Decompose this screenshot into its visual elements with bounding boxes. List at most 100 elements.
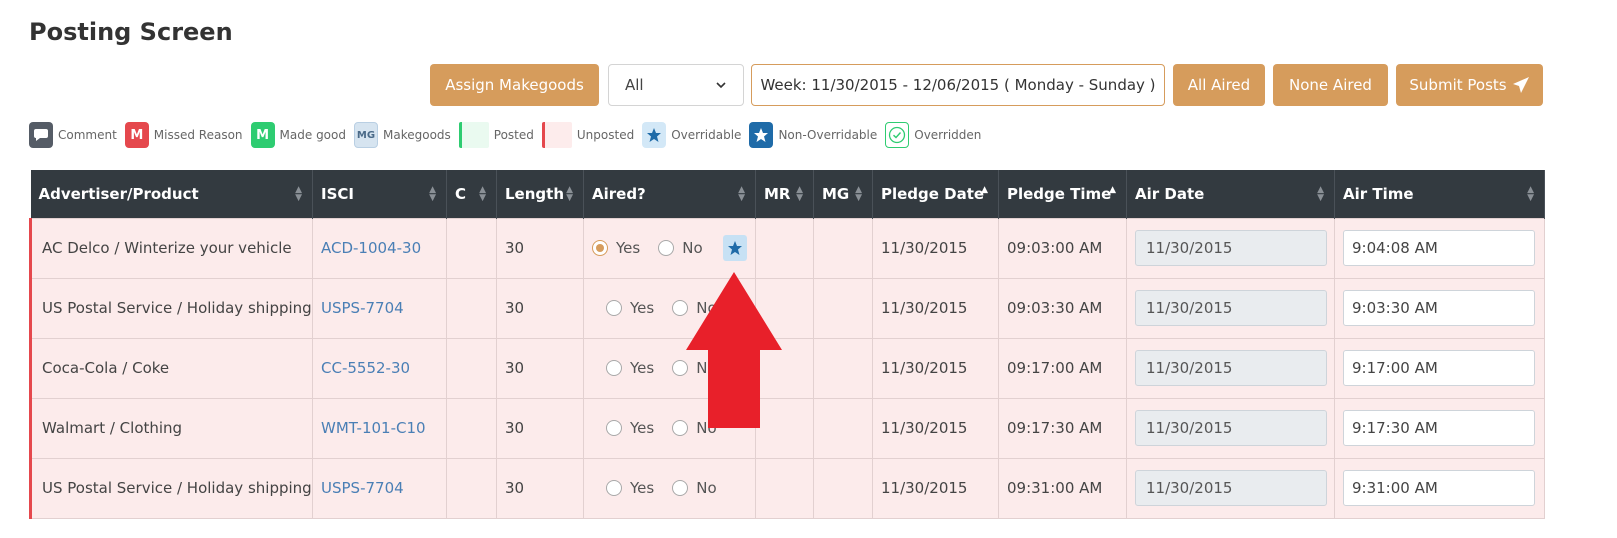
air-date-field: 11/30/2015 <box>1135 470 1327 506</box>
column-header-mr[interactable]: MR ▲ ▼ <box>755 170 814 218</box>
legend-made-good-label: Made good <box>279 128 346 142</box>
all-aired-button[interactable]: All Aired <box>1173 64 1265 106</box>
unposted-swatch <box>541 122 572 148</box>
posted-swatch <box>458 122 489 148</box>
air-time-input[interactable]: 9:17:30 AM <box>1343 410 1535 446</box>
speech-bubble-icon <box>29 122 53 148</box>
column-header-label: MG <box>822 184 850 203</box>
sort-asc-icon: ▲ <box>981 185 988 195</box>
mg-cell <box>813 217 873 279</box>
legend-comment: Comment <box>29 122 117 148</box>
column-header-air-date[interactable]: Air Date ▲ ▼ <box>1126 170 1335 218</box>
column-header-length[interactable]: Length ▲ ▼ <box>496 170 584 218</box>
week-range-selector[interactable]: Week: 11/30/2015 - 12/06/2015 ( Monday -… <box>751 64 1165 106</box>
column-header-label: Air Time <box>1343 184 1414 203</box>
pledge-date-cell: 11/30/2015 <box>872 217 999 279</box>
advertiser-cell: Walmart / Clothing <box>29 397 313 459</box>
table-row: Walmart / Clothing WMT-101-C10 30 Yes No… <box>29 397 1545 459</box>
air-date-field: 11/30/2015 <box>1135 290 1327 326</box>
missed-reason-icon: M <box>124 122 149 148</box>
sort-icon: ▲ ▼ <box>429 185 436 203</box>
none-aired-button[interactable]: None Aired <box>1273 64 1388 106</box>
aired-yes-label: Yes <box>630 359 655 377</box>
isci-link[interactable]: USPS-7704 <box>312 457 447 519</box>
aired-no-label: No <box>682 239 703 257</box>
isci-link[interactable]: ACD-1004-30 <box>312 217 447 279</box>
aired-yes-radio[interactable] <box>592 240 608 256</box>
air-time-cell: 9:31:00 AM <box>1334 457 1545 519</box>
filter-select[interactable]: All <box>608 64 744 106</box>
c-cell <box>446 397 497 459</box>
column-header-pledge-date[interactable]: Pledge Date ▲ <box>872 170 999 218</box>
sort-icon: ▲ ▼ <box>855 185 862 203</box>
legend-non-overridable: Non-Overridable <box>749 122 877 148</box>
length-cell: 30 <box>496 337 584 399</box>
aired-yes-label: Yes <box>616 239 641 257</box>
air-time-input[interactable]: 9:03:30 AM <box>1343 290 1535 326</box>
column-header-aired[interactable]: Aired? ▲ ▼ <box>583 170 756 218</box>
table-row: US Postal Service / Holiday shipping USP… <box>29 457 1545 519</box>
aired-yes-radio[interactable] <box>606 300 622 316</box>
column-header-pledge-time[interactable]: Pledge Time ▲ <box>998 170 1127 218</box>
assign-makegoods-button[interactable]: Assign Makegoods <box>430 64 599 106</box>
length-cell: 30 <box>496 457 584 519</box>
column-header-isci[interactable]: ISCI ▲ ▼ <box>312 170 447 218</box>
legend: Comment M Missed Reason M Made good MG M… <box>29 121 989 149</box>
aired-yes-radio[interactable] <box>606 360 622 376</box>
mg-cell <box>813 397 873 459</box>
red-arrow-annotation <box>686 272 782 428</box>
air-time-cell: 9:17:00 AM <box>1334 337 1545 399</box>
column-header-advertiser[interactable]: Advertiser/Product ▲ ▼ <box>30 170 313 218</box>
star-icon <box>727 241 742 255</box>
aired-no-label: No <box>696 479 717 497</box>
pledge-time-cell: 09:17:00 AM <box>998 337 1127 399</box>
air-date-cell: 11/30/2015 <box>1126 397 1335 459</box>
legend-overridden: Overridden <box>885 122 981 148</box>
made-good-icon: M <box>250 122 275 148</box>
sort-icon: ▲ ▼ <box>566 185 573 203</box>
makegoods-icon: MG <box>354 122 378 148</box>
air-date-field: 11/30/2015 <box>1135 410 1327 446</box>
filter-select-value: All <box>625 76 644 94</box>
column-header-mg[interactable]: MG ▲ ▼ <box>813 170 873 218</box>
page-title: Posting Screen <box>29 18 233 46</box>
air-time-input[interactable]: 9:04:08 AM <box>1343 230 1535 266</box>
submit-posts-button[interactable]: Submit Posts <box>1396 64 1543 106</box>
mr-cell <box>755 457 814 519</box>
isci-link[interactable]: WMT-101-C10 <box>312 397 447 459</box>
pledge-time-cell: 09:31:00 AM <box>998 457 1127 519</box>
overridable-star-button[interactable] <box>722 235 747 261</box>
legend-overridable-label: Overridable <box>671 128 742 142</box>
pledge-time-cell: 09:03:30 AM <box>998 277 1127 339</box>
isci-link[interactable]: CC-5552-30 <box>312 337 447 399</box>
air-time-input[interactable]: 9:17:00 AM <box>1343 350 1535 386</box>
air-date-cell: 11/30/2015 <box>1126 457 1335 519</box>
sort-asc-icon: ▲ <box>1109 185 1116 195</box>
sort-icon: ▲ ▼ <box>1527 185 1534 203</box>
air-date-field: 11/30/2015 <box>1135 230 1327 266</box>
legend-missed-reason-label: Missed Reason <box>153 128 243 142</box>
aired-yes-radio[interactable] <box>606 420 622 436</box>
sort-icon: ▲ ▼ <box>479 185 486 203</box>
column-header-label: Advertiser/Product <box>38 184 199 203</box>
pledge-date-cell: 11/30/2015 <box>872 457 999 519</box>
column-header-c[interactable]: C ▲ ▼ <box>446 170 497 218</box>
legend-made-good: M Made good <box>250 122 346 148</box>
mr-cell <box>755 217 814 279</box>
aired-cell: Yes No <box>583 217 756 279</box>
mg-cell <box>813 277 873 339</box>
legend-overridden-label: Overridden <box>914 128 982 142</box>
aired-yes-radio[interactable] <box>606 480 622 496</box>
advertiser-cell: US Postal Service / Holiday shipping <box>29 457 313 519</box>
air-date-cell: 11/30/2015 <box>1126 337 1335 399</box>
air-time-input[interactable]: 9:31:00 AM <box>1343 470 1535 506</box>
sort-icon: ▲ ▼ <box>738 185 745 203</box>
isci-link[interactable]: USPS-7704 <box>312 277 447 339</box>
aired-no-radio[interactable] <box>672 480 689 496</box>
pledge-date-cell: 11/30/2015 <box>872 277 999 339</box>
mg-cell <box>813 457 873 519</box>
legend-unposted: Unposted <box>541 122 634 148</box>
column-header-air-time[interactable]: Air Time ▲ ▼ <box>1334 170 1545 218</box>
legend-missed-reason: M Missed Reason <box>124 122 243 148</box>
aired-no-radio[interactable] <box>658 240 675 256</box>
